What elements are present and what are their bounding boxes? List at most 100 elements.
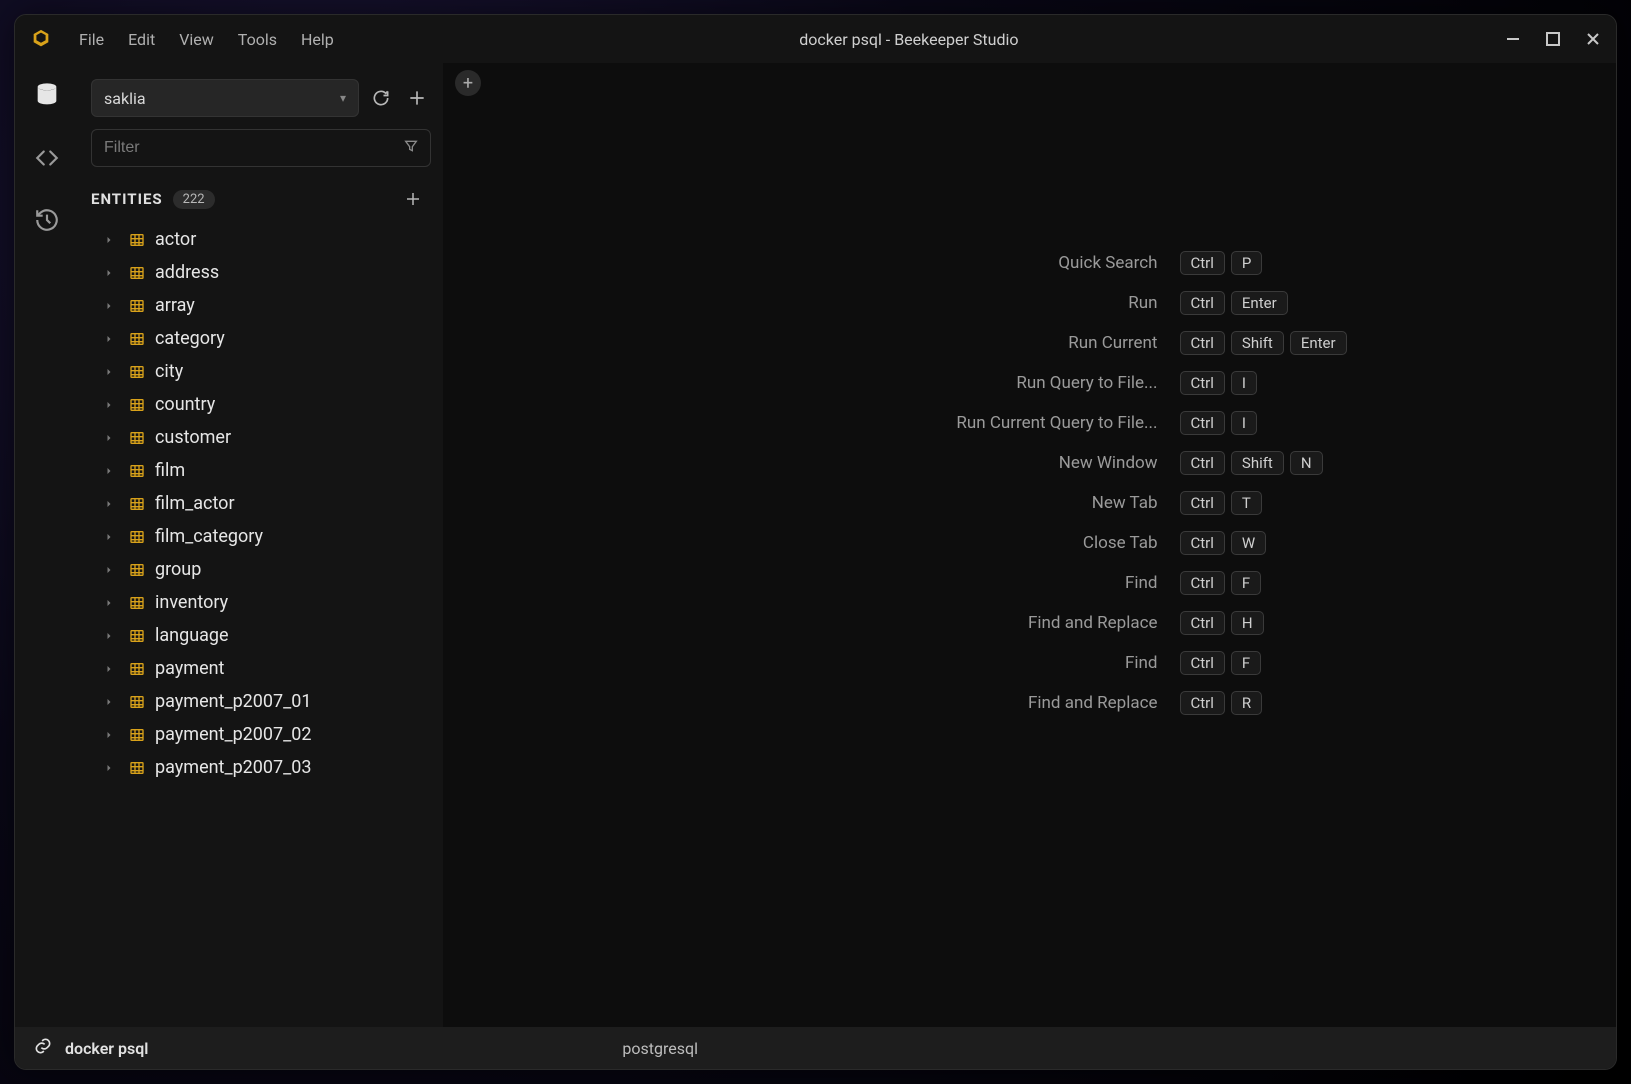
table-icon xyxy=(129,562,145,578)
shortcut-key: Ctrl xyxy=(1180,651,1225,675)
shortcut-key: Ctrl xyxy=(1180,291,1225,315)
shortcut-label: Run Current xyxy=(710,333,1158,353)
code-icon[interactable] xyxy=(34,145,60,175)
table-name: category xyxy=(155,328,225,349)
table-row[interactable]: payment xyxy=(83,652,427,685)
shortcut-keys: CtrlShiftEnter xyxy=(1180,331,1350,355)
table-row[interactable]: category xyxy=(83,322,427,355)
shortcut-key: I xyxy=(1231,411,1257,435)
chevron-right-icon xyxy=(103,762,119,774)
refresh-button[interactable] xyxy=(367,84,395,112)
shortcut-key: Ctrl xyxy=(1180,371,1225,395)
link-icon xyxy=(33,1036,53,1060)
menu-help[interactable]: Help xyxy=(301,30,334,49)
table-icon xyxy=(129,331,145,347)
chevron-right-icon xyxy=(103,696,119,708)
chevron-right-icon xyxy=(103,564,119,576)
status-driver: postgresql xyxy=(622,1039,698,1058)
shortcut-key: Ctrl xyxy=(1180,571,1225,595)
shortcut-label: Run xyxy=(710,293,1158,313)
shortcut-keys: CtrlF xyxy=(1180,571,1350,595)
shortcut-keys: CtrlEnter xyxy=(1180,291,1350,315)
entity-tree[interactable]: actor address array category city country cust… xyxy=(83,223,431,1027)
table-row[interactable]: address xyxy=(83,256,427,289)
shortcut-row: New TabCtrlT xyxy=(710,483,1350,523)
chevron-right-icon xyxy=(103,333,119,345)
filter-input[interactable] xyxy=(91,129,431,167)
table-name: group xyxy=(155,559,201,580)
table-row[interactable]: group xyxy=(83,553,427,586)
menu-file[interactable]: File xyxy=(79,30,104,49)
shortcut-row: FindCtrlF xyxy=(710,643,1350,683)
new-connection-button[interactable] xyxy=(403,84,431,112)
menu-edit[interactable]: Edit xyxy=(128,30,155,49)
shortcut-key: Ctrl xyxy=(1180,331,1225,355)
shortcut-row: Run Current Query to File...CtrlI xyxy=(710,403,1350,443)
table-name: inventory xyxy=(155,592,228,613)
shortcut-key: Ctrl xyxy=(1180,531,1225,555)
status-connection-name[interactable]: docker psql xyxy=(65,1039,148,1058)
shortcut-keys: CtrlP xyxy=(1180,251,1350,275)
chevron-right-icon xyxy=(103,597,119,609)
shortcut-keys: CtrlH xyxy=(1180,611,1350,635)
chevron-right-icon xyxy=(103,630,119,642)
chevron-right-icon xyxy=(103,729,119,741)
menu-tools[interactable]: Tools xyxy=(238,30,277,49)
table-row[interactable]: film xyxy=(83,454,427,487)
shortcut-guide: Quick SearchCtrlPRunCtrlEnterRun Current… xyxy=(710,243,1350,723)
minimize-button[interactable] xyxy=(1504,30,1522,48)
table-row[interactable]: country xyxy=(83,388,427,421)
shortcut-row: Close TabCtrlW xyxy=(710,523,1350,563)
chevron-right-icon xyxy=(103,498,119,510)
shortcut-key: F xyxy=(1231,651,1261,675)
shortcut-key: Ctrl xyxy=(1180,251,1225,275)
table-name: film_category xyxy=(155,526,263,547)
table-name: address xyxy=(155,262,219,283)
shortcut-label: Find xyxy=(710,573,1158,593)
status-bar: docker psql postgresql xyxy=(15,1027,1616,1069)
table-icon xyxy=(129,430,145,446)
shortcut-keys: CtrlF xyxy=(1180,651,1350,675)
table-row[interactable]: inventory xyxy=(83,586,427,619)
new-tab-button[interactable]: + xyxy=(455,70,481,96)
table-icon xyxy=(129,265,145,281)
table-icon xyxy=(129,397,145,413)
shortcut-key: Ctrl xyxy=(1180,411,1225,435)
titlebar: File Edit View Tools Help docker psql - … xyxy=(15,15,1616,63)
shortcut-key: W xyxy=(1231,531,1266,555)
shortcut-key: Shift xyxy=(1231,451,1284,475)
shortcut-key: Enter xyxy=(1231,291,1288,315)
table-icon xyxy=(129,661,145,677)
app-logo-icon xyxy=(29,27,53,51)
table-row[interactable]: language xyxy=(83,619,427,652)
table-row[interactable]: customer xyxy=(83,421,427,454)
table-row[interactable]: array xyxy=(83,289,427,322)
sidebar: saklia ▾ xyxy=(79,63,443,1027)
maximize-button[interactable] xyxy=(1544,30,1562,48)
table-row[interactable]: film_category xyxy=(83,520,427,553)
table-icon xyxy=(129,595,145,611)
history-icon[interactable] xyxy=(34,207,60,237)
shortcut-key: Ctrl xyxy=(1180,691,1225,715)
table-row[interactable]: payment_p2007_03 xyxy=(83,751,427,784)
close-button[interactable] xyxy=(1584,30,1602,48)
chevron-right-icon xyxy=(103,399,119,411)
database-select[interactable]: saklia ▾ xyxy=(91,79,359,117)
shortcut-key: Ctrl xyxy=(1180,611,1225,635)
chevron-right-icon xyxy=(103,366,119,378)
table-name: customer xyxy=(155,427,231,448)
table-row[interactable]: payment_p2007_01 xyxy=(83,685,427,718)
table-row[interactable]: film_actor xyxy=(83,487,427,520)
table-name: payment_p2007_02 xyxy=(155,724,312,745)
table-icon xyxy=(129,298,145,314)
editor-area: + Quick SearchCtrlPRunCtrlEnterRun Curre… xyxy=(443,63,1616,1027)
table-name: city xyxy=(155,361,183,382)
database-icon[interactable] xyxy=(33,81,61,113)
table-row[interactable]: city xyxy=(83,355,427,388)
menu-view[interactable]: View xyxy=(179,30,214,49)
shortcut-key: R xyxy=(1231,691,1262,715)
table-row[interactable]: payment_p2007_02 xyxy=(83,718,427,751)
chevron-right-icon xyxy=(103,267,119,279)
table-row[interactable]: actor xyxy=(83,223,427,256)
add-entity-button[interactable] xyxy=(399,185,427,213)
